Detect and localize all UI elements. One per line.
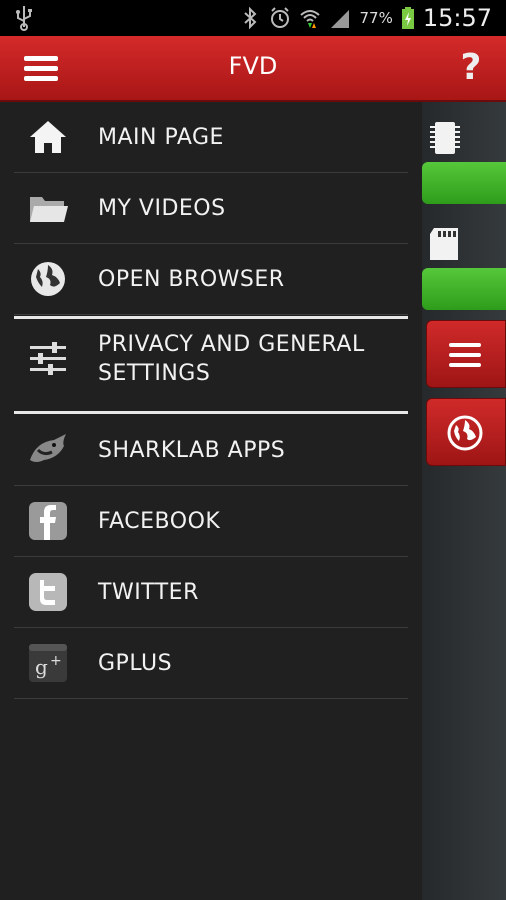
wifi-icon	[300, 10, 321, 28]
facebook-icon	[29, 502, 67, 540]
folder-icon	[30, 197, 68, 222]
internal-storage-bar[interactable]	[422, 162, 506, 204]
sd-card-icon	[430, 228, 458, 260]
sliders-icon	[30, 342, 66, 375]
section-divider	[14, 411, 408, 414]
drawer-item-label: MY VIDEOS	[98, 195, 226, 221]
globe-icon	[31, 262, 65, 296]
drawer-item-label: TWITTER	[98, 579, 199, 605]
menu-icon	[449, 343, 481, 367]
bluetooth-icon	[244, 6, 257, 30]
sd-storage-bar[interactable]	[422, 268, 506, 310]
usb-icon	[16, 6, 32, 31]
drawer-item-main-page[interactable]: MAIN PAGE	[14, 102, 408, 173]
memory-chip-icon	[430, 122, 460, 154]
sharklab-icon	[30, 434, 66, 462]
drawer-item-gplus[interactable]: g + GPLUS	[14, 628, 408, 699]
home-icon	[30, 121, 66, 153]
drawer-item-label: PRIVACY AND GENERAL SETTINGS	[98, 332, 365, 386]
svg-text:+: +	[50, 653, 62, 669]
navigation-drawer: MAIN PAGE MY VIDEOS OPEN BROWSER PRIVACY…	[0, 102, 422, 900]
drawer-item-privacy-settings[interactable]: PRIVACY AND GENERAL SETTINGS	[14, 320, 408, 398]
drawer-item-label: FACEBOOK	[98, 508, 221, 534]
battery-charging-icon	[401, 7, 414, 29]
drawer-item-label: GPLUS	[98, 650, 173, 676]
drawer-item-facebook[interactable]: FACEBOOK	[14, 486, 408, 557]
section-divider	[14, 316, 408, 319]
side-panel	[422, 102, 506, 900]
drawer-item-label: SHARKLAB APPS	[98, 437, 286, 463]
help-button[interactable]: ?	[456, 48, 486, 88]
drawer-item-open-browser[interactable]: OPEN BROWSER	[14, 244, 408, 315]
globe-icon	[447, 415, 483, 451]
app-bar: FVD ?	[0, 36, 506, 102]
app-title: FVD	[228, 52, 278, 80]
drawer-item-sharklab-apps[interactable]: SHARKLAB APPS	[14, 415, 408, 486]
drawer-item-my-videos[interactable]: MY VIDEOS	[14, 173, 408, 244]
drawer-item-label: MAIN PAGE	[98, 124, 224, 150]
gplus-icon: g +	[29, 644, 67, 682]
svg-text:g: g	[35, 655, 48, 679]
twitter-icon	[29, 573, 67, 611]
alarm-icon	[271, 7, 290, 28]
battery-percent: 77%	[359, 9, 393, 27]
drawer-item-label: OPEN BROWSER	[98, 266, 285, 292]
signal-icon	[331, 10, 350, 28]
side-browser-button[interactable]	[426, 398, 506, 466]
drawer-item-twitter[interactable]: TWITTER	[14, 557, 408, 628]
side-menu-button[interactable]	[426, 320, 506, 388]
status-bar: 77% 15:57	[0, 0, 506, 36]
clock: 15:57	[422, 4, 492, 32]
